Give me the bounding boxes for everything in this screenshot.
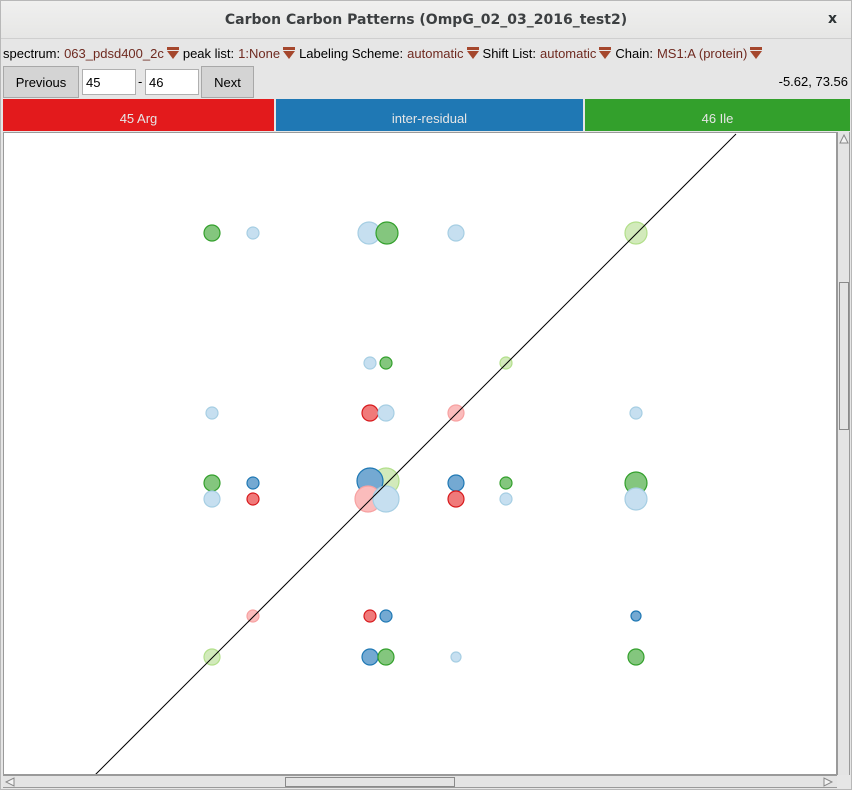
previous-button[interactable]: Previous bbox=[3, 66, 79, 98]
spectrum-selector[interactable]: spectrum: 063_pdsd400_2c bbox=[3, 46, 179, 61]
peak-marker-lightblue[interactable] bbox=[624, 487, 648, 511]
peak-marker-green[interactable] bbox=[203, 474, 221, 492]
inter-residual-band: inter-residual bbox=[276, 99, 583, 131]
labeling-scheme-label: Labeling Scheme: bbox=[299, 45, 404, 61]
spectrum-value: 063_pdsd400_2c bbox=[64, 45, 164, 61]
chain-selector[interactable]: Chain: MS1:A (protein) bbox=[615, 45, 763, 61]
title-bar[interactable]: Carbon Carbon Patterns (OmpG_02_03_2016_… bbox=[1, 1, 851, 39]
peak-marker-red[interactable] bbox=[363, 609, 377, 623]
peak-marker-lightgreen[interactable] bbox=[203, 648, 221, 666]
peak-marker-lightblue[interactable] bbox=[377, 404, 395, 422]
peak-marker-green[interactable] bbox=[627, 648, 645, 666]
range-start-input[interactable] bbox=[82, 69, 136, 95]
peak-marker-lightred[interactable] bbox=[447, 404, 465, 422]
peak-marker-lightblue[interactable] bbox=[447, 224, 465, 242]
peak-list-label: peak list: bbox=[182, 45, 235, 61]
peak-marker-lightblue[interactable] bbox=[205, 406, 219, 420]
labeling-scheme-selector[interactable]: Labeling Scheme: automatic bbox=[299, 45, 479, 61]
peak-marker-green[interactable] bbox=[203, 224, 221, 242]
scroll-up-arrow-icon[interactable] bbox=[839, 134, 849, 144]
peak-marker-lightblue[interactable] bbox=[203, 490, 221, 508]
peak-marker-lightblue[interactable] bbox=[499, 492, 513, 506]
dropdown-triangle-icon bbox=[750, 46, 763, 60]
peak-marker-lightblue[interactable] bbox=[450, 651, 462, 663]
peak-marker-green[interactable] bbox=[379, 356, 393, 370]
peak-marker-blue[interactable] bbox=[379, 609, 393, 623]
peak-marker-lightblue[interactable] bbox=[246, 226, 260, 240]
options-bar: spectrum: 063_pdsd400_2c peak list: 1:No… bbox=[3, 44, 766, 62]
peak-marker-blue[interactable] bbox=[447, 474, 465, 492]
labeling-scheme-value: automatic bbox=[407, 45, 464, 61]
scroll-left-arrow-icon[interactable] bbox=[5, 777, 15, 787]
spectrum-plot-area[interactable] bbox=[3, 132, 837, 775]
vertical-scroll-thumb[interactable] bbox=[839, 282, 849, 430]
peak-list-selector[interactable]: peak list: 1:None bbox=[182, 45, 296, 61]
horizontal-scroll-thumb[interactable] bbox=[285, 777, 455, 787]
dropdown-triangle-icon bbox=[466, 46, 479, 60]
peak-marker-blue[interactable] bbox=[361, 648, 379, 666]
peak-marker-red[interactable] bbox=[447, 490, 465, 508]
peak-marker-red[interactable] bbox=[361, 404, 379, 422]
chain-value: MS1:A (protein) bbox=[656, 45, 748, 61]
dropdown-triangle-icon bbox=[166, 46, 179, 60]
scroll-right-arrow-icon[interactable] bbox=[823, 777, 833, 787]
peak-marker-lightred[interactable] bbox=[246, 609, 260, 623]
peak-pattern-plot[interactable] bbox=[4, 133, 837, 775]
shift-list-value: automatic bbox=[540, 45, 597, 61]
residue-46-band: 46 Ile bbox=[585, 99, 850, 131]
spectrum-label: spectrum: bbox=[3, 45, 61, 61]
range-end-input[interactable] bbox=[145, 69, 199, 95]
shift-list-selector[interactable]: Shift List: automatic bbox=[483, 46, 612, 61]
carbon-patterns-window: Carbon Carbon Patterns (OmpG_02_03_2016_… bbox=[0, 0, 852, 790]
peak-marker-blue[interactable] bbox=[630, 610, 642, 622]
vertical-scrollbar[interactable] bbox=[837, 132, 850, 775]
peak-marker-lightblue[interactable] bbox=[372, 485, 400, 513]
shift-list-label: Shift List: bbox=[482, 45, 536, 61]
peak-marker-lightblue[interactable] bbox=[363, 356, 377, 370]
peak-marker-green[interactable] bbox=[499, 476, 513, 490]
chain-label: Chain: bbox=[615, 45, 653, 61]
dropdown-triangle-icon bbox=[599, 46, 612, 60]
peak-marker-green[interactable] bbox=[375, 221, 399, 245]
peak-list-value: 1:None bbox=[238, 45, 281, 61]
peak-marker-lightgreen[interactable] bbox=[624, 221, 648, 245]
window-title: Carbon Carbon Patterns (OmpG_02_03_2016_… bbox=[224, 12, 628, 28]
next-button[interactable]: Next bbox=[201, 66, 254, 98]
range-separator: - bbox=[138, 74, 143, 89]
peak-marker-lightblue[interactable] bbox=[629, 406, 643, 420]
horizontal-scrollbar[interactable] bbox=[3, 775, 837, 788]
peak-marker-lightgreen[interactable] bbox=[499, 356, 513, 370]
peak-marker-blue[interactable] bbox=[246, 476, 260, 490]
peak-marker-green[interactable] bbox=[377, 648, 395, 666]
diagonal-line bbox=[95, 133, 737, 774]
residue-45-band: 45 Arg bbox=[3, 99, 274, 131]
close-button[interactable]: x bbox=[828, 11, 837, 27]
cursor-coordinates: -5.62, 73.56 bbox=[778, 74, 848, 89]
dropdown-triangle-icon bbox=[283, 46, 296, 60]
peak-marker-red[interactable] bbox=[246, 492, 260, 506]
